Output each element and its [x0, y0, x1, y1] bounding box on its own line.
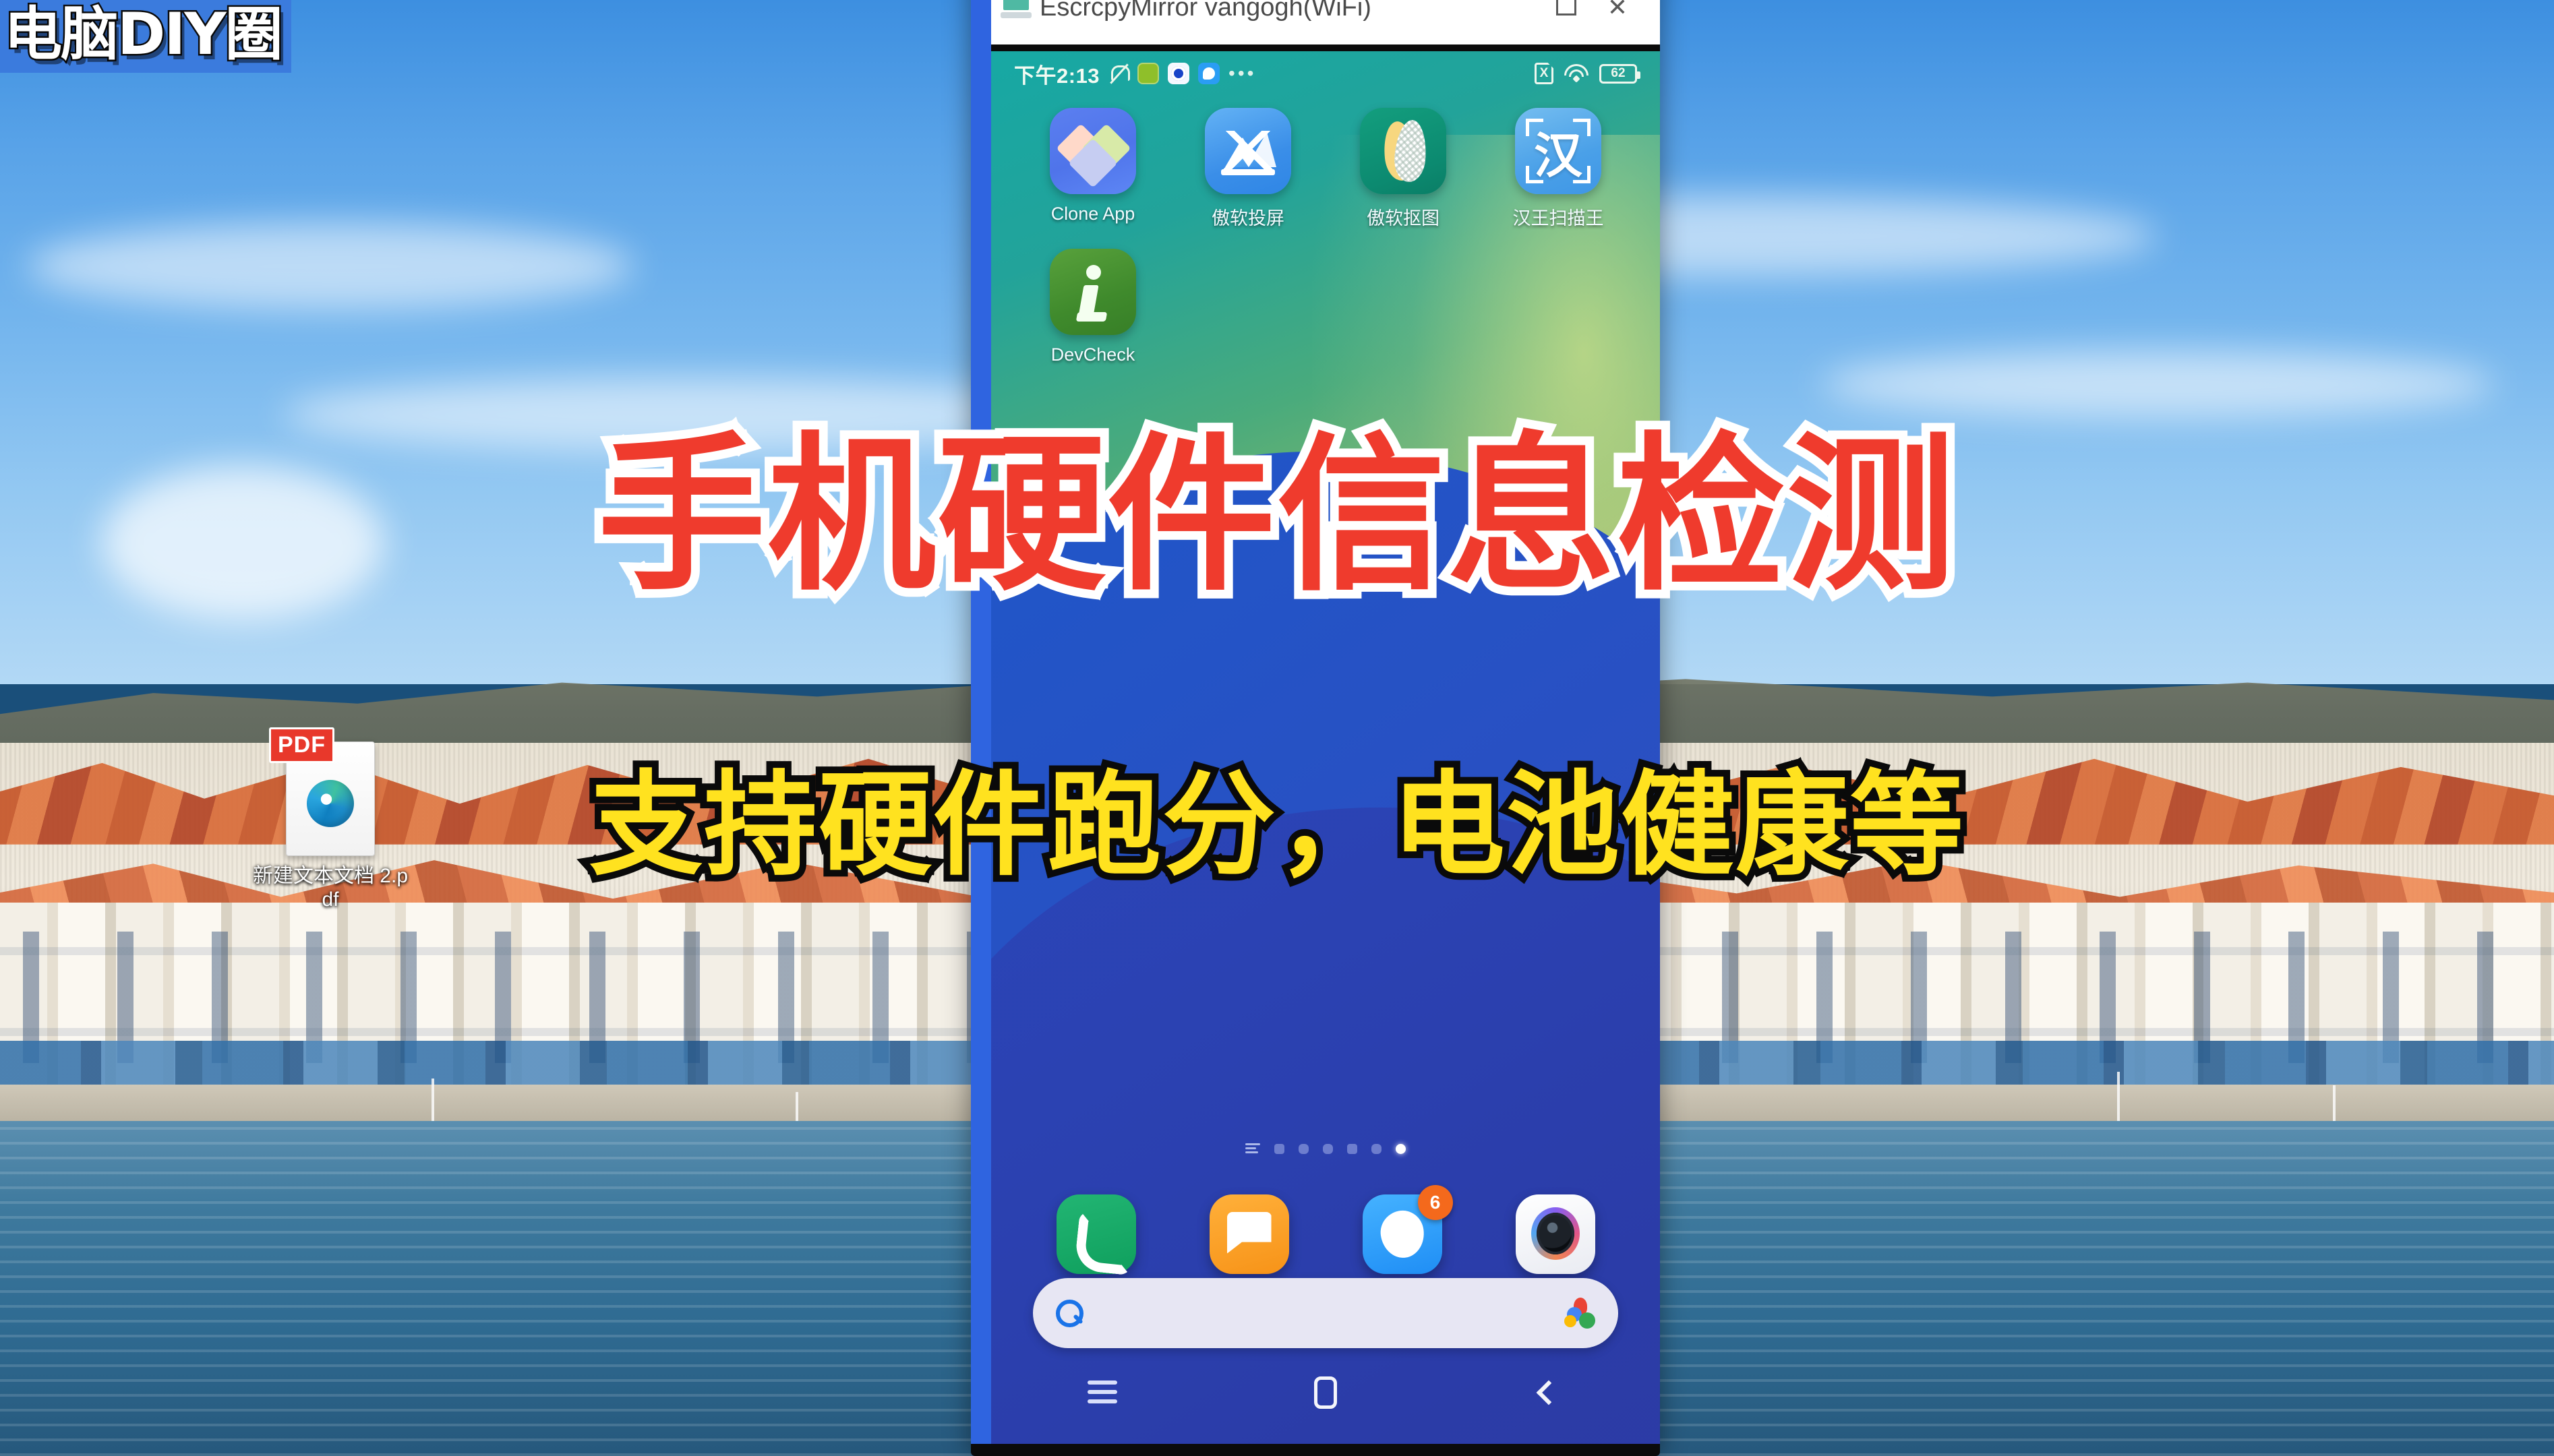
clone-app-icon[interactable] — [1050, 108, 1136, 194]
notification-badge: 6 — [1417, 1185, 1453, 1220]
titlebar-divider — [991, 44, 1660, 51]
search-icon — [1056, 1300, 1083, 1327]
phone-dock: 6 — [991, 1185, 1660, 1274]
message-icon[interactable] — [1209, 1194, 1289, 1274]
page-dot[interactable] — [1274, 1143, 1284, 1154]
status-overflow-icon: ••• — [1228, 63, 1257, 84]
page-dot[interactable] — [1347, 1143, 1357, 1154]
app-icon-clone-app[interactable]: Clone App — [1015, 108, 1170, 230]
app-label: 傲软投屏 — [1212, 208, 1284, 229]
maximize-icon[interactable] — [1555, 0, 1576, 16]
navy-app-icon — [1168, 63, 1190, 84]
hanwang-scan-icon[interactable]: 汉 — [1515, 108, 1601, 194]
phone-status-bar: 下午2:13 ••• X 62 — [991, 51, 1660, 96]
bell-off-icon — [1108, 63, 1131, 84]
watermark-text: 电脑DIY圈 — [3, 1, 285, 68]
app-label: Clone App — [1050, 204, 1135, 224]
app-label: 汉王扫描王 — [1512, 208, 1604, 229]
app-icon-apowercut[interactable]: 傲软抠图 — [1326, 108, 1481, 230]
app-list-icon[interactable] — [1245, 1143, 1260, 1154]
window-title: EscrcpyMirror vangogh(WiFi) — [1040, 0, 1371, 22]
menu-icon[interactable] — [1088, 1381, 1118, 1405]
app-window-icon — [1001, 0, 1032, 21]
window-bottom-edge — [971, 1444, 1660, 1456]
close-icon[interactable]: ✕ — [1607, 0, 1628, 20]
headline-text: 手机硬件信息检测 — [589, 417, 1964, 613]
search-bar[interactable] — [1033, 1278, 1618, 1348]
green-app-icon — [1137, 63, 1160, 84]
screenshot-stage: PDF 新建文本文档 2.pdf 电脑DIY圈 EscrcpyMirror va… — [0, 0, 2554, 1456]
pdf-badge: PDF — [269, 727, 334, 763]
assistant-icon[interactable] — [1564, 1298, 1595, 1329]
search-input[interactable] — [1083, 1300, 1564, 1326]
app-icon-devcheck[interactable]: DevCheck — [1015, 249, 1170, 365]
camera-icon[interactable] — [1515, 1194, 1595, 1274]
apowermirror-icon[interactable] — [1205, 108, 1291, 194]
wifi-icon — [1564, 63, 1588, 84]
scrcpy-mirror-window[interactable]: EscrcpyMirror vangogh(WiFi) ✕ 下午2:13 •••… — [971, 0, 1660, 1456]
subtitle-text: 支持硬件跑分，电池健康等 — [583, 759, 1970, 891]
cloud — [1820, 351, 2495, 418]
page-dot[interactable] — [1371, 1143, 1382, 1154]
page-dot-active[interactable] — [1396, 1143, 1406, 1154]
devcheck-icon[interactable] — [1050, 249, 1136, 335]
page-indicator[interactable] — [991, 1143, 1660, 1154]
app-label: DevCheck — [1050, 344, 1135, 365]
home-screen-app-grid: Clone App 傲软投屏 傲软抠图 汉 汉王扫描王 DevCheck — [991, 108, 1660, 365]
window-titlebar[interactable]: EscrcpyMirror vangogh(WiFi) ✕ — [991, 0, 1660, 44]
app-label: 傲软抠图 — [1367, 208, 1439, 229]
chat-icon[interactable]: 6 — [1362, 1185, 1453, 1274]
cloud — [27, 222, 634, 310]
sky-app-icon — [1198, 63, 1220, 84]
back-icon[interactable] — [1536, 1380, 1562, 1405]
app-icon-hanwang-scan[interactable]: 汉 汉王扫描王 — [1481, 108, 1636, 230]
battery-icon: 62 — [1599, 63, 1640, 84]
phone-icon[interactable] — [1056, 1194, 1136, 1274]
window-controls[interactable]: ✕ — [1555, 0, 1651, 20]
phone-screen[interactable]: 下午2:13 ••• X 62 Clone App 傲软投屏 傲软抠图 汉 汉王… — [991, 51, 1660, 1444]
home-icon[interactable] — [1313, 1376, 1337, 1409]
no-sim-icon: X — [1535, 63, 1553, 84]
apowercut-icon[interactable] — [1360, 108, 1446, 194]
channel-watermark: 电脑DIY圈 — [0, 0, 291, 73]
page-dot[interactable] — [1299, 1143, 1309, 1154]
status-time: 下午2:13 — [1014, 63, 1100, 88]
phone-navigation-bar[interactable] — [991, 1364, 1660, 1421]
battery-level: 62 — [1611, 66, 1626, 80]
page-dot[interactable] — [1323, 1143, 1333, 1154]
app-icon-apowermirror[interactable]: 傲软投屏 — [1170, 108, 1326, 230]
